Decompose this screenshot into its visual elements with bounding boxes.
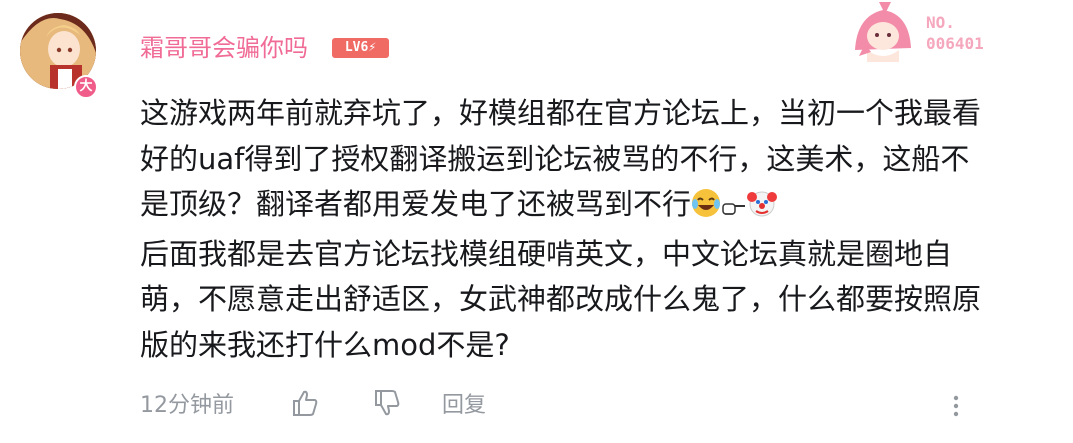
avatar-level-badge: 大 — [74, 75, 98, 99]
thumbs-up-icon — [293, 390, 318, 416]
fan-card-character-icon — [855, 2, 911, 62]
comment-body: 这游戏两年前就弃坑了，好模组都在官方论坛上，当初一个我最看 好的uaf得到了授权… — [140, 91, 1020, 368]
vertical-ellipsis-icon — [953, 395, 959, 417]
level-text: LV6 — [344, 40, 369, 55]
fan-card-number-value: 006401 — [926, 34, 984, 53]
lightning-icon: ⚡ — [368, 40, 377, 55]
dislike-button[interactable] — [372, 388, 402, 422]
comment-footer: 12分钟前 回复 — [140, 388, 1040, 424]
pointing-hand-icon — [721, 186, 747, 232]
username[interactable]: 霜哥哥会骗你吗 — [140, 32, 308, 64]
thumbs-down-icon — [375, 390, 400, 416]
avatar-wrapper[interactable]: 大 — [20, 13, 98, 99]
comment-time: 12分钟前 — [140, 393, 234, 418]
level-badge: LV6⚡ — [332, 38, 389, 58]
laughing-crying-emoji-icon — [691, 186, 721, 232]
comment-text-2: 后面我都是去官方论坛找模组硬啃英文，中文论坛真就是圈地自 萌，不愿意走出舒适区，… — [140, 236, 982, 362]
more-options-button[interactable] — [946, 392, 966, 426]
reply-button[interactable]: 回复 — [442, 392, 486, 420]
comment-text: 这游戏两年前就弃坑了，好模组都在官方论坛上，当初一个我最看 好的uaf得到了授权… — [140, 96, 982, 221]
like-button[interactable] — [290, 388, 320, 422]
fan-card-number: NO. 006401 — [926, 12, 984, 54]
fan-card-number-label: NO. — [926, 13, 955, 32]
fan-card-decoration — [845, 0, 925, 62]
clown-emoji-icon — [747, 186, 778, 232]
